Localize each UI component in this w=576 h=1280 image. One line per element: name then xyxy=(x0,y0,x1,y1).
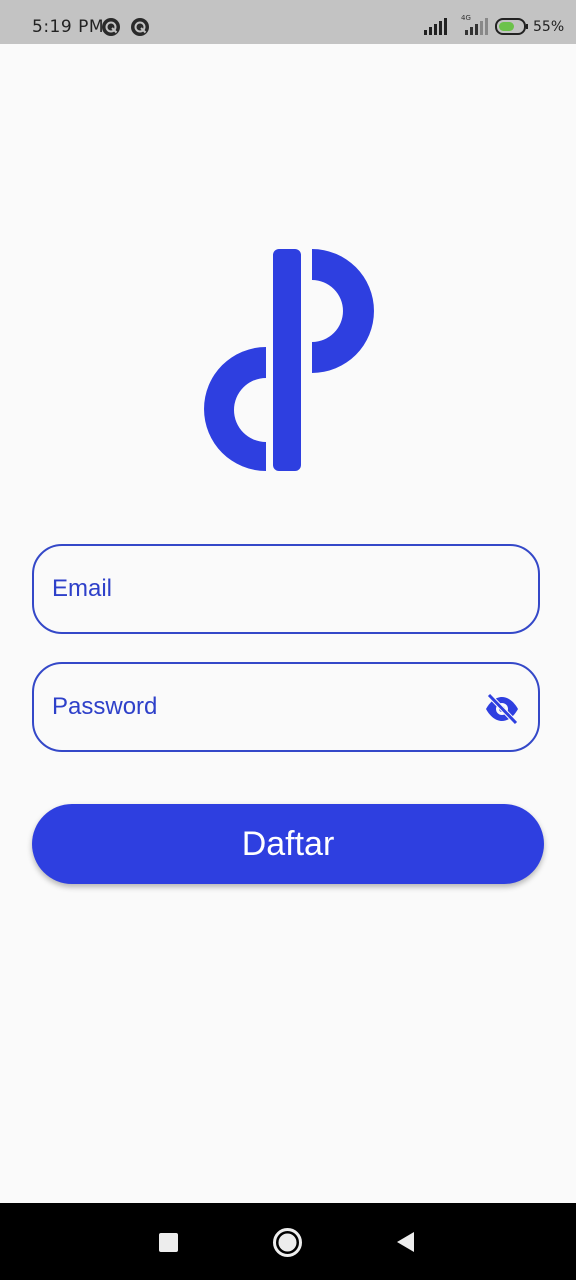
register-screen: 5:19 PM 4G 55% Email Daftar xyxy=(0,0,576,1280)
status-time: 5:19 PM xyxy=(32,17,104,37)
q-notification-icon xyxy=(102,18,120,36)
password-field[interactable] xyxy=(32,662,540,752)
battery-percent-text: 55% xyxy=(533,19,565,35)
status-bar: 5:19 PM 4G 55% xyxy=(0,0,576,44)
daftar-button[interactable]: Daftar xyxy=(32,804,544,884)
home-icon[interactable] xyxy=(272,1227,303,1258)
password-input[interactable] xyxy=(52,664,472,750)
signal-strength-icon xyxy=(424,18,447,35)
recents-icon[interactable] xyxy=(159,1233,178,1252)
email-input[interactable] xyxy=(52,546,472,632)
app-logo xyxy=(204,249,374,471)
email-field[interactable] xyxy=(32,544,540,634)
q-notification-icon xyxy=(131,18,149,36)
battery-icon xyxy=(495,18,528,35)
system-nav-bar xyxy=(0,1203,576,1280)
signal-strength-secondary-icon xyxy=(465,18,488,35)
eye-off-icon[interactable] xyxy=(484,693,520,725)
back-icon[interactable] xyxy=(394,1230,416,1254)
